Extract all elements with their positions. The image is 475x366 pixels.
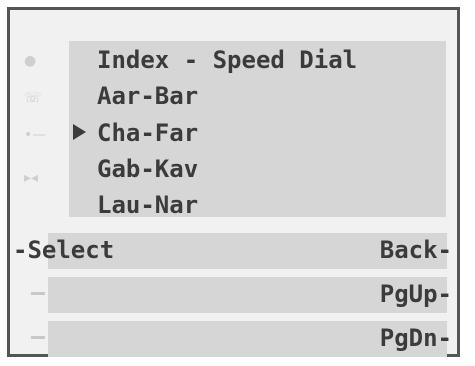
empty-left-softkey[interactable]: [31, 336, 45, 339]
menu-item-gab-kav[interactable]: Gab-Kav: [97, 157, 198, 181]
softkey-row-2: PgUp-: [13, 277, 452, 313]
connector-icon: ▸◂: [24, 170, 39, 186]
empty-left-softkey[interactable]: [31, 292, 45, 295]
dot-icon: ●: [24, 53, 37, 69]
selection-arrow-icon: [73, 124, 86, 140]
back-softkey[interactable]: Back-: [380, 238, 452, 262]
menu-item-aar-bar[interactable]: Aar-Bar: [97, 84, 198, 108]
softkey-row-1: -Select Back-: [13, 233, 452, 269]
menu-title: Index - Speed Dial: [97, 46, 358, 74]
menu-item-cha-far[interactable]: Cha-Far: [97, 121, 198, 145]
softkey-row-3: PgDn-: [13, 321, 452, 357]
pgdn-softkey[interactable]: PgDn-: [380, 326, 452, 350]
phone-icon: ☏: [24, 90, 42, 106]
line-icon: •—: [24, 127, 47, 143]
menu-item-lau-nar[interactable]: Lau-Nar: [97, 193, 198, 217]
phone-display: ● ☏ •— ▸◂ Index - Speed Dial Aar-Bar Cha…: [7, 7, 460, 357]
pgup-softkey[interactable]: PgUp-: [380, 282, 452, 306]
select-softkey[interactable]: -Select: [13, 238, 114, 262]
speed-dial-menu: Index - Speed Dial Aar-Bar Cha-Far Gab-K…: [69, 41, 446, 217]
